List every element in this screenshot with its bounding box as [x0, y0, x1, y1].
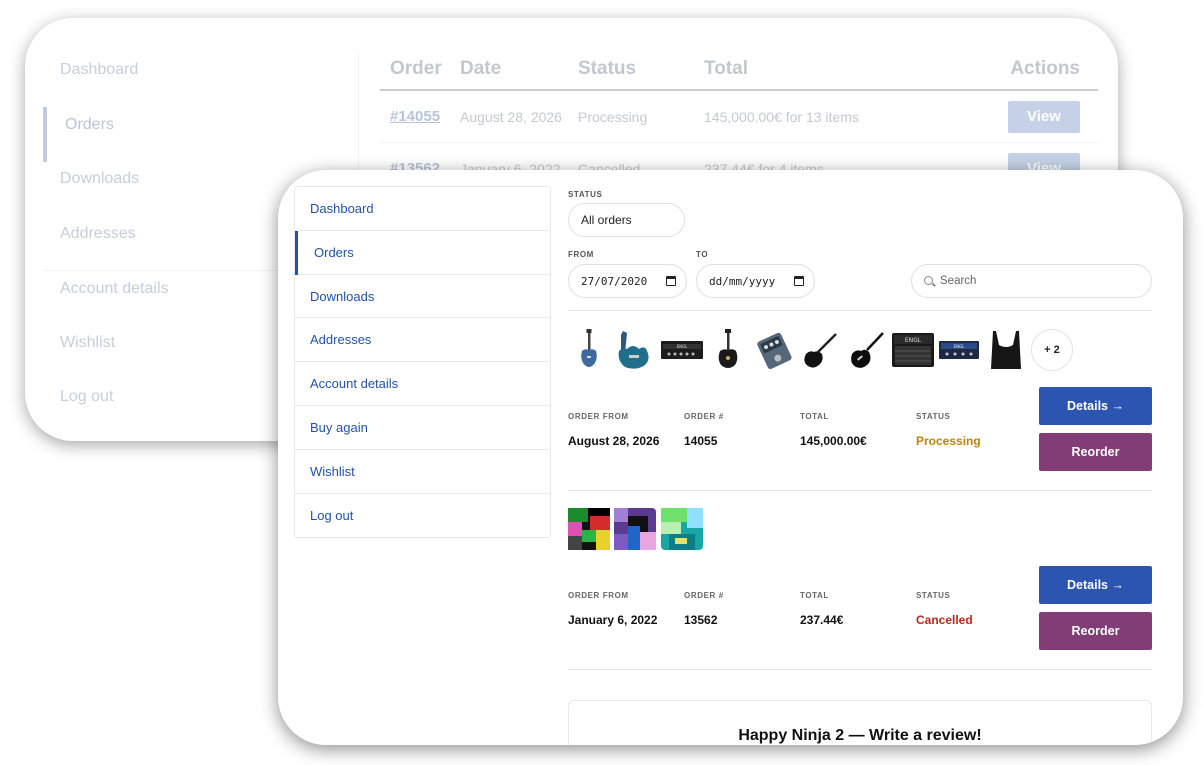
- order-status-label: STATUS: [916, 412, 951, 421]
- order-from-label: ORDER FROM: [568, 591, 629, 600]
- search-icon: [924, 276, 933, 285]
- meta-col-number: ORDER # 13562: [684, 591, 724, 627]
- amp-icon[interactable]: ENGL: [938, 329, 980, 371]
- top-icon[interactable]: [985, 329, 1027, 371]
- col-order: Order: [390, 57, 442, 79]
- status-select[interactable]: All orders: [568, 203, 685, 237]
- sidebar-item-downloads[interactable]: Downloads: [295, 275, 550, 319]
- back-table-header: Order Date Status Total Actions: [380, 48, 1098, 91]
- order-from-value: January 6, 2022: [568, 613, 658, 627]
- col-actions: Actions: [1010, 57, 1080, 79]
- meta-col-status: STATUS Processing: [916, 412, 981, 448]
- svg-text:ENGL: ENGL: [905, 337, 922, 344]
- order-from-value: August 28, 2026: [568, 434, 660, 448]
- order-total-label: TOTAL: [800, 591, 829, 600]
- account-orders-card: Dashboard Orders Downloads Addresses Acc…: [278, 170, 1183, 745]
- calendar-icon[interactable]: [794, 276, 804, 286]
- amp-icon[interactable]: ENGL: [660, 329, 703, 371]
- order-total-value: 237.44€: [800, 613, 844, 627]
- to-date-input[interactable]: dd/mm/yyyy: [696, 264, 815, 298]
- from-date-value: 27/07/2020: [581, 274, 648, 288]
- order-total-value: 145,000.00€: [800, 434, 867, 448]
- order-number-value: 14055: [684, 434, 718, 448]
- view-button[interactable]: View: [1008, 100, 1080, 133]
- status-badge: Processing: [916, 434, 981, 448]
- search-placeholder: Search: [940, 275, 977, 287]
- to-label: TO: [696, 250, 709, 259]
- order-status: Processing: [578, 108, 648, 125]
- meta-col-number: ORDER # 14055: [684, 412, 724, 448]
- table-row: #14055 August 28, 2026 Processing 145,00…: [380, 91, 1098, 143]
- actions-cell: View: [1008, 100, 1098, 133]
- reorder-button[interactable]: Reorder: [1039, 612, 1152, 650]
- sidebar-item-account-details[interactable]: Account details: [295, 362, 550, 406]
- order-number-value: 13562: [684, 613, 718, 627]
- details-button[interactable]: Details →: [1039, 566, 1152, 604]
- col-date: Date: [460, 57, 502, 79]
- guitar-icon[interactable]: [799, 329, 841, 371]
- status-filter-label: STATUS: [568, 190, 603, 199]
- pixel-art-icon[interactable]: [568, 508, 610, 550]
- amp-icon[interactable]: ENGL: [892, 329, 935, 371]
- meta-col-total: TOTAL 237.44€: [800, 591, 843, 627]
- reorder-button[interactable]: Reorder: [1039, 433, 1152, 471]
- sidebar-nav: Dashboard Orders Downloads Addresses Acc…: [294, 186, 551, 539]
- pixel-art-icon[interactable]: [614, 508, 657, 550]
- from-date-input[interactable]: 27/07/2020: [568, 264, 687, 298]
- col-status: Status: [578, 57, 637, 79]
- order-total-label: TOTAL: [800, 412, 829, 421]
- sidebar-item-buy-again[interactable]: Buy again: [295, 406, 550, 450]
- sidebar-item-dashboard[interactable]: Dashboard: [295, 187, 550, 231]
- guitar-icon[interactable]: [846, 329, 888, 371]
- sidebar-item-addresses[interactable]: Addresses: [295, 318, 550, 363]
- review-prompt-text: Happy Ninja 2 — Write a review!: [738, 727, 982, 744]
- order-total: 145,000.00€ for 13 items: [704, 108, 859, 125]
- details-button[interactable]: Details →: [1039, 387, 1152, 425]
- sidebar-item-logout[interactable]: Log out: [295, 494, 550, 538]
- order-status-label: STATUS: [916, 591, 951, 600]
- to-date-value: dd/mm/yyyy: [709, 274, 776, 288]
- guitar-icon[interactable]: [707, 329, 749, 371]
- order-date: August 28, 2026: [460, 108, 562, 125]
- meta-col-status: STATUS Cancelled: [916, 591, 973, 627]
- meta-col-from: ORDER FROM January 6, 2022: [568, 591, 657, 627]
- pixel-art-icon[interactable]: [660, 508, 703, 550]
- back-nav-dashboard[interactable]: Dashboard: [43, 52, 355, 107]
- status-badge: Cancelled: [916, 613, 973, 627]
- calendar-icon[interactable]: [666, 276, 676, 286]
- col-total: Total: [704, 57, 748, 79]
- back-nav-orders[interactable]: Orders: [43, 106, 355, 161]
- divider: [568, 669, 1152, 670]
- review-prompt[interactable]: Happy Ninja 2 — Write a review!: [568, 700, 1152, 745]
- sidebar-item-orders[interactable]: Orders: [295, 230, 550, 275]
- status-select-value: All orders: [581, 213, 632, 227]
- guitar-icon[interactable]: [614, 329, 656, 371]
- divider: [568, 490, 1152, 491]
- pedal-icon[interactable]: [753, 329, 795, 371]
- order-number-label: ORDER #: [684, 591, 724, 600]
- order-product-thumbnails: ENGL ENGL ENGL + 2: [568, 329, 1073, 371]
- sidebar-item-wishlist[interactable]: Wishlist: [295, 450, 550, 494]
- meta-col-from: ORDER FROM August 28, 2026: [568, 412, 659, 448]
- order-link[interactable]: #14055: [380, 108, 460, 125]
- more-items-badge[interactable]: + 2: [1030, 329, 1073, 371]
- order-number-label: ORDER #: [684, 412, 724, 421]
- from-label: FROM: [568, 250, 594, 259]
- order-from-label: ORDER FROM: [568, 412, 629, 421]
- guitar-icon[interactable]: [568, 329, 610, 371]
- meta-col-total: TOTAL 145,000.00€: [800, 412, 867, 448]
- svg-text:ENGL: ENGL: [954, 344, 966, 349]
- svg-text:ENGL: ENGL: [676, 344, 688, 349]
- divider: [568, 310, 1152, 311]
- order-product-thumbnails: [568, 508, 707, 550]
- search-input[interactable]: Search: [911, 264, 1152, 298]
